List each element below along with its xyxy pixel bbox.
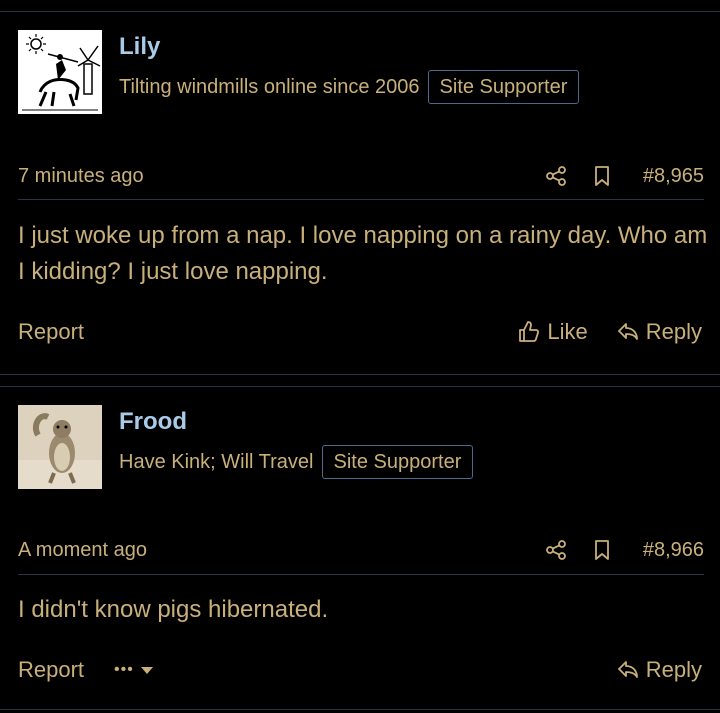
reply-arrow-icon [617, 323, 638, 340]
share-icon[interactable] [545, 165, 567, 187]
username[interactable]: Frood [119, 408, 187, 436]
user-title-row: Tilting windmills online since 2006 Site… [119, 70, 580, 104]
avatar-lily[interactable] [18, 30, 102, 114]
report-link[interactable]: Report [18, 657, 84, 683]
user-title-row: Have Kink; Will Travel Site Supporter [119, 445, 474, 479]
avatar-frood[interactable] [18, 405, 102, 489]
more-dots: ••• [114, 661, 134, 678]
post-actions: Report ••• Reply [18, 655, 702, 685]
like-button[interactable]: Like [517, 319, 588, 345]
post-meta: A moment ago #8,966 [18, 537, 704, 563]
post-divider [0, 374, 720, 375]
site-supporter-badge: Site Supporter [427, 70, 580, 104]
bottom-divider [0, 709, 720, 710]
don-quixote-avatar-image [18, 30, 102, 114]
thumbs-up-icon [519, 321, 540, 342]
post-meta: 7 minutes ago #8,965 [18, 163, 704, 189]
user-title: Tilting windmills online since 2006 [119, 75, 420, 98]
post-timestamp[interactable]: A moment ago [18, 539, 521, 562]
post-number[interactable]: #8,965 [643, 165, 704, 188]
site-supporter-badge: Site Supporter [321, 445, 474, 479]
top-divider [0, 11, 720, 12]
post-divider [0, 386, 720, 387]
post-timestamp[interactable]: 7 minutes ago [18, 165, 521, 188]
reply-label: Reply [645, 657, 702, 682]
meta-divider [18, 199, 704, 200]
bookmark-icon[interactable] [591, 539, 613, 561]
share-icon[interactable] [545, 539, 567, 561]
reply-label: Reply [645, 319, 702, 344]
post-body: I didn't know pigs hibernated. [18, 596, 329, 623]
report-link[interactable]: Report [18, 319, 84, 345]
reply-button[interactable]: Reply [616, 319, 702, 345]
reply-arrow-icon [617, 661, 638, 678]
post-actions: Report Like Reply [18, 317, 702, 347]
squirrel-avatar-image [18, 405, 102, 489]
reply-button[interactable]: Reply [616, 657, 702, 683]
post-body: I just woke up from a nap. I love nappin… [18, 222, 708, 285]
like-label: Like [547, 319, 588, 344]
username[interactable]: Lily [119, 33, 160, 61]
user-title: Have Kink; Will Travel [119, 450, 314, 473]
bookmark-icon[interactable] [591, 165, 613, 187]
post-number[interactable]: #8,966 [643, 539, 704, 562]
meta-divider [18, 574, 704, 575]
caret-down-icon [140, 667, 153, 674]
more-options-menu[interactable]: ••• [114, 661, 154, 679]
